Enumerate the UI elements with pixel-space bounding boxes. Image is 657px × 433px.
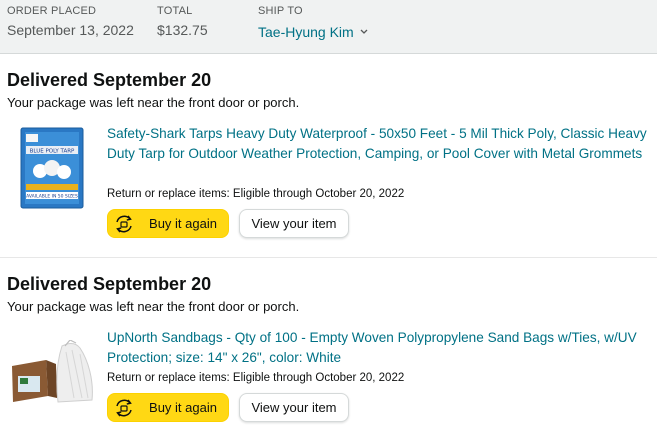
ship-to-dropdown[interactable]: Tae-Hyung Kim — [258, 22, 368, 40]
buy-it-again-label[interactable]: Buy it again — [149, 216, 217, 231]
delivery-note: Your package was left near the front doo… — [7, 299, 300, 314]
total-value: $132.75 — [157, 22, 208, 38]
product-image-sandbags[interactable] — [10, 339, 96, 404]
total-label: TOTAL — [157, 5, 193, 17]
return-eligibility: Return or replace items: Eligible throug… — [107, 372, 405, 384]
product-title-link[interactable]: UpNorth Sandbags - Qty of 100 - Empty Wo… — [107, 328, 652, 368]
shipment-divider — [0, 257, 657, 258]
tarp-label-text: BLUE POLY TARP — [30, 149, 75, 155]
order-placed-label: ORDER PLACED — [7, 5, 97, 17]
order-header: ORDER PLACED September 13, 2022 TOTAL $1… — [0, 0, 657, 54]
product-image-tarp[interactable]: BLUE POLY TARP AVAILABLE IN 50 SIZES — [20, 126, 84, 210]
buy-it-again-label[interactable]: Buy it again — [149, 400, 217, 415]
buy-it-again-button[interactable]: Buy it again — [107, 393, 229, 422]
ship-to-value[interactable]: Tae-Hyung Kim — [258, 24, 354, 40]
view-your-item-label[interactable]: View your item — [251, 400, 336, 415]
buy-again-cycle-icon — [113, 397, 135, 419]
chevron-down-icon[interactable] — [360, 22, 368, 38]
ship-to-label: SHIP TO — [258, 5, 303, 17]
total-column: TOTAL $132.75 — [157, 5, 208, 38]
delivery-status: Delivered September 20 — [7, 274, 212, 294]
tarp-sizes-text: AVAILABLE IN 50 SIZES — [26, 194, 78, 200]
delivery-note: Your package was left near the front doo… — [7, 95, 300, 110]
view-your-item-button[interactable]: View your item — [239, 209, 349, 238]
view-your-item-button[interactable]: View your item — [239, 393, 349, 422]
return-eligibility: Return or replace items: Eligible throug… — [107, 188, 405, 200]
buy-again-cycle-icon — [113, 213, 135, 235]
view-your-item-label[interactable]: View your item — [251, 216, 336, 231]
order-placed-value: September 13, 2022 — [7, 22, 134, 38]
delivery-status: Delivered September 20 — [7, 70, 212, 90]
buy-it-again-button[interactable]: Buy it again — [107, 209, 229, 238]
order-placed-column: ORDER PLACED September 13, 2022 — [7, 5, 134, 38]
product-title-link[interactable]: Safety-Shark Tarps Heavy Duty Waterproof… — [107, 124, 652, 164]
ship-to-column: SHIP TO Tae-Hyung Kim — [258, 5, 368, 40]
